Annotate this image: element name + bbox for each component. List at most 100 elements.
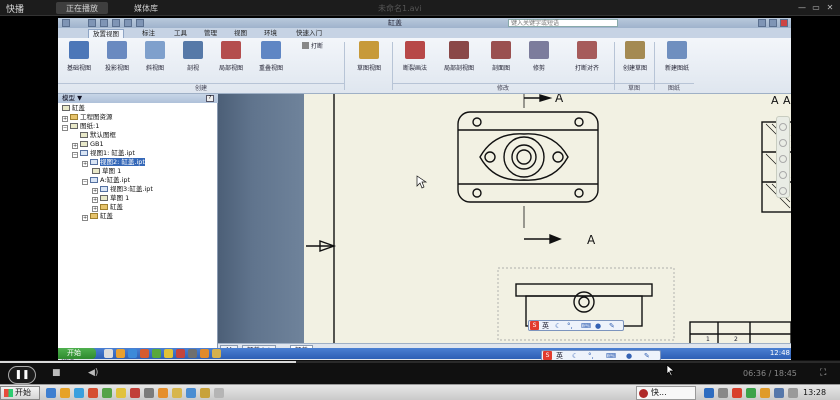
video-area[interactable]: 缸盖 键入关键字或短语 放置视图 标注 工具 管理 视图 环境 快速入门 基础视…: [0, 16, 840, 361]
tray-icon[interactable]: [732, 388, 742, 398]
overlay-view-button[interactable]: 重叠视图: [252, 41, 290, 79]
tab-media-library[interactable]: 媒体库: [124, 2, 168, 14]
taskbar-button-player[interactable]: 快...: [636, 386, 696, 400]
tree-node-sketch1b[interactable]: + 草图 1: [92, 194, 129, 203]
ribbon-tab-environments[interactable]: 环境: [260, 29, 281, 38]
app-menu-icon[interactable]: [62, 19, 70, 27]
quick-launch-icon[interactable]: [200, 349, 209, 358]
help-search-input[interactable]: 键入关键字或短语: [508, 19, 618, 27]
window-minimize-icon[interactable]: [758, 19, 766, 27]
steering-wheel-icon[interactable]: [779, 123, 787, 131]
top-view[interactable]: [457, 111, 599, 203]
quick-launch-icon[interactable]: [200, 388, 210, 398]
host-start-button[interactable]: 开始: [0, 386, 40, 400]
quick-launch-icon[interactable]: [74, 388, 84, 398]
drawing-canvas[interactable]: A A A A: [304, 94, 791, 348]
create-sketch-button[interactable]: 创建草图: [616, 41, 654, 79]
quick-launch-icon[interactable]: [102, 388, 112, 398]
ribbon-tab-manage[interactable]: 管理: [200, 29, 221, 38]
user-icon[interactable]: ●: [595, 321, 601, 331]
quick-launch-icon[interactable]: [214, 388, 224, 398]
orbit-icon[interactable]: [779, 171, 787, 179]
keyboard-icon[interactable]: ⌨: [581, 321, 591, 331]
navigation-bar[interactable]: [776, 116, 790, 198]
tray-icon[interactable]: [718, 388, 728, 398]
ribbon-tab-annotate[interactable]: 标注: [138, 29, 159, 38]
ime-language-label[interactable]: 英: [542, 321, 549, 331]
quick-launch-icon[interactable]: [212, 349, 221, 358]
pause-button[interactable]: ❚❚: [8, 366, 36, 384]
browser-help-icon[interactable]: ?: [206, 95, 214, 102]
ime-toolbar[interactable]: S 英 ☾ °, ⌨ ● ✎: [528, 320, 624, 331]
projected-view-button[interactable]: 投影视图: [98, 41, 136, 79]
quick-launch-icon[interactable]: [152, 349, 161, 358]
tray-icon[interactable]: [746, 388, 756, 398]
quick-launch-icon[interactable]: [60, 388, 70, 398]
restore-icon[interactable]: ▭: [810, 2, 822, 13]
quick-launch-icon[interactable]: [186, 388, 196, 398]
breakout-section-button[interactable]: 局部剖视图: [440, 41, 478, 79]
zoom-icon[interactable]: [779, 155, 787, 163]
quick-launch-icon[interactable]: [116, 349, 125, 358]
new-sheet-button[interactable]: 新建图纸: [658, 41, 696, 79]
quick-launch-icon[interactable]: [46, 388, 56, 398]
new-icon[interactable]: [88, 19, 96, 27]
tab-now-playing[interactable]: 正在播放: [56, 2, 108, 14]
tree-node-view3[interactable]: + 视图3:缸盖.ipt: [92, 185, 153, 194]
fullscreen-icon[interactable]: ⛶: [820, 368, 826, 378]
break-small-button[interactable]: 打断: [302, 42, 323, 51]
browser-header[interactable]: 模型 ▼: [58, 94, 218, 103]
inner-start-button[interactable]: 开始: [58, 348, 96, 359]
quick-launch-icon[interactable]: [158, 388, 168, 398]
tree-node-default-border[interactable]: 默认图框: [80, 131, 116, 140]
tree-node-part-b[interactable]: + 缸盖: [82, 212, 113, 221]
look-at-icon[interactable]: [779, 187, 787, 195]
tray-icon[interactable]: [774, 388, 784, 398]
collapse-icon[interactable]: −: [82, 179, 88, 185]
stop-icon[interactable]: ■: [52, 368, 61, 378]
expand-icon[interactable]: +: [82, 161, 88, 167]
collapse-icon[interactable]: −: [62, 125, 68, 131]
tree-node-view2[interactable]: + 视图2: 缸盖.ipt: [82, 158, 145, 167]
tree-node-sheet[interactable]: − 图纸:1: [62, 122, 99, 131]
tree-node-sketch1[interactable]: 草图 1: [92, 167, 121, 176]
break-out-button[interactable]: 断裂画法: [396, 41, 434, 79]
window-close-icon[interactable]: [780, 19, 788, 27]
minimize-icon[interactable]: —: [796, 2, 808, 13]
tree-node-drawing-resources[interactable]: + 工程图资源: [62, 113, 113, 122]
tree-node-root[interactable]: 缸盖: [62, 104, 85, 113]
tray-icon[interactable]: [760, 388, 770, 398]
ribbon-tab-get-started[interactable]: 快速入门: [292, 29, 326, 38]
save-icon[interactable]: [112, 19, 120, 27]
break-alignment-button[interactable]: 打断对齐: [568, 41, 606, 79]
tree-node-section-a[interactable]: − A:缸盖.ipt: [82, 176, 130, 185]
collapse-icon[interactable]: −: [72, 152, 78, 158]
volume-icon[interactable]: ◀): [88, 368, 98, 378]
quick-launch-icon[interactable]: [140, 349, 149, 358]
show-desktop-icon[interactable]: [104, 349, 113, 358]
pan-icon[interactable]: [779, 139, 787, 147]
quick-launch-icon[interactable]: [128, 349, 137, 358]
quick-launch-icon[interactable]: [188, 349, 197, 358]
expand-icon[interactable]: +: [82, 215, 88, 221]
slice-button[interactable]: 剖面图: [482, 41, 520, 79]
settings-icon[interactable]: ✎: [609, 321, 615, 331]
punctuation-icon[interactable]: °,: [567, 321, 573, 331]
quick-launch-icon[interactable]: [144, 388, 154, 398]
quick-launch-icon[interactable]: [176, 349, 185, 358]
redo-icon[interactable]: [136, 19, 144, 27]
detail-view-button[interactable]: 局部视图: [212, 41, 250, 79]
auxiliary-view-button[interactable]: 斜视图: [136, 41, 174, 79]
crop-button[interactable]: 修剪: [520, 41, 558, 79]
quick-launch-icon[interactable]: [116, 388, 126, 398]
base-view-button[interactable]: 基础视图: [60, 41, 98, 79]
quick-launch-icon[interactable]: [88, 388, 98, 398]
tree-node-part-a[interactable]: + 缸盖: [92, 203, 123, 212]
tray-icon[interactable]: [704, 388, 714, 398]
quick-launch-icon[interactable]: [172, 388, 182, 398]
open-icon[interactable]: [100, 19, 108, 27]
tree-node-view1[interactable]: − 视图1: 缸盖.ipt: [72, 149, 135, 158]
close-icon[interactable]: ✕: [824, 2, 836, 13]
quick-launch-icon[interactable]: [130, 388, 140, 398]
window-restore-icon[interactable]: [769, 19, 777, 27]
